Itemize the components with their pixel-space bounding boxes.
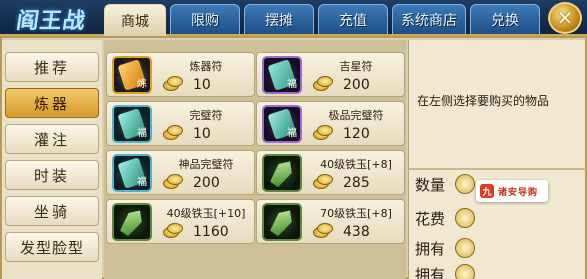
item-price: 120 [343, 126, 370, 142]
item-name: 40级铁玉[+8] [320, 158, 392, 171]
item-card[interactable]: 福 吉星符 200 [256, 52, 405, 97]
coin-icon [163, 76, 183, 92]
item-name: 吉星符 [339, 60, 373, 73]
item-card[interactable]: 炼 炼器符 10 [106, 52, 255, 97]
coin-icon [163, 174, 183, 190]
purchase-detail-panel: 在左侧选择要购买的物品 数量 花费 拥有 拥有 [408, 40, 586, 279]
item-price: 438 [343, 224, 370, 240]
quantity-label: 数量 [415, 176, 446, 194]
iron-jade-icon [262, 154, 302, 192]
category-mount[interactable]: 坐骑 [5, 196, 99, 226]
item-price: 200 [193, 175, 220, 191]
forge-charm-icon: 炼 [112, 56, 152, 94]
category-hair-face[interactable]: 发型脸型 [5, 232, 99, 262]
item-name: 极品完璧符 [328, 109, 384, 122]
coin-icon [313, 125, 333, 141]
tab-system-shop[interactable]: 系统商店 [392, 4, 466, 34]
item-price: 10 [193, 77, 211, 93]
owned-label-2: 拥有 [415, 266, 446, 279]
iron-jade-icon [112, 203, 152, 241]
item-card[interactable]: 40级铁玉[+10] 1160 [106, 199, 255, 244]
close-button[interactable]: ✕ [548, 2, 582, 34]
lucky-star-charm-icon: 福 [262, 56, 302, 94]
top-bar: 阎王战 商城 限购 摆摊 充值 系统商店 兑换 ✕ [0, 0, 587, 36]
item-card[interactable]: 70级铁玉[+8] 438 [256, 199, 405, 244]
tab-mall[interactable]: 商城 [104, 4, 166, 36]
category-forge[interactable]: 炼器 [5, 88, 99, 118]
flawless-charm-icon: 福 [112, 105, 152, 143]
select-item-hint: 在左侧选择要购买的物品 [417, 94, 550, 108]
quantity-stepper[interactable] [455, 174, 475, 194]
owned-coin-icon-2 [455, 264, 475, 279]
item-name: 神品完璧符 [178, 158, 234, 171]
item-card[interactable]: 福 神品完璧符 200 [106, 150, 255, 195]
category-recommend[interactable]: 推荐 [5, 52, 99, 82]
item-price: 1160 [193, 224, 229, 240]
item-name: 炼器符 [189, 60, 223, 73]
item-price: 10 [193, 126, 211, 142]
cost-coin-icon [455, 208, 475, 228]
item-card[interactable]: 福 极品完璧符 120 [256, 101, 405, 146]
item-name: 70级铁玉[+8] [320, 207, 392, 220]
divine-flawless-charm-icon: 福 [112, 154, 152, 192]
category-list: 推荐 炼器 灌注 时装 坐骑 发型脸型 [2, 40, 102, 279]
item-price: 285 [343, 175, 370, 191]
category-infuse[interactable]: 灌注 [5, 124, 99, 154]
tab-exchange[interactable]: 兑换 [470, 4, 540, 34]
owned-label: 拥有 [415, 240, 446, 258]
item-card[interactable]: 福 完璧符 10 [106, 101, 255, 146]
tab-recharge[interactable]: 充值 [318, 4, 388, 34]
watermark-text: 诸安导购 [498, 187, 539, 198]
coin-icon [313, 76, 333, 92]
close-icon: ✕ [556, 6, 574, 30]
watermark: 九 诸安导购 [476, 180, 548, 202]
coin-icon [163, 223, 183, 239]
coin-icon [163, 125, 183, 141]
item-price: 200 [343, 77, 370, 93]
tab-limited[interactable]: 限购 [170, 4, 240, 34]
coin-icon [313, 223, 333, 239]
item-card[interactable]: 40级铁玉[+8] 285 [256, 150, 405, 195]
game-logo: 阎王战 [4, 0, 100, 38]
cost-label: 花费 [415, 210, 446, 228]
item-name: 40级铁玉[+10] [166, 207, 246, 220]
divider [409, 168, 586, 170]
category-fashion[interactable]: 时装 [5, 160, 99, 190]
item-grid: 炼 炼器符 10 福 吉星符 200 福 完璧符 10 福 极品完璧符 120 [104, 40, 406, 279]
game-logo-text: 阎王战 [15, 8, 89, 34]
iron-jade-icon [262, 203, 302, 241]
owned-coin-icon [455, 238, 475, 258]
tab-stall[interactable]: 摆摊 [244, 4, 314, 34]
coin-icon [313, 174, 333, 190]
item-name: 完璧符 [189, 109, 223, 122]
watermark-badge: 九 [480, 184, 494, 198]
premium-flawless-charm-icon: 福 [262, 105, 302, 143]
